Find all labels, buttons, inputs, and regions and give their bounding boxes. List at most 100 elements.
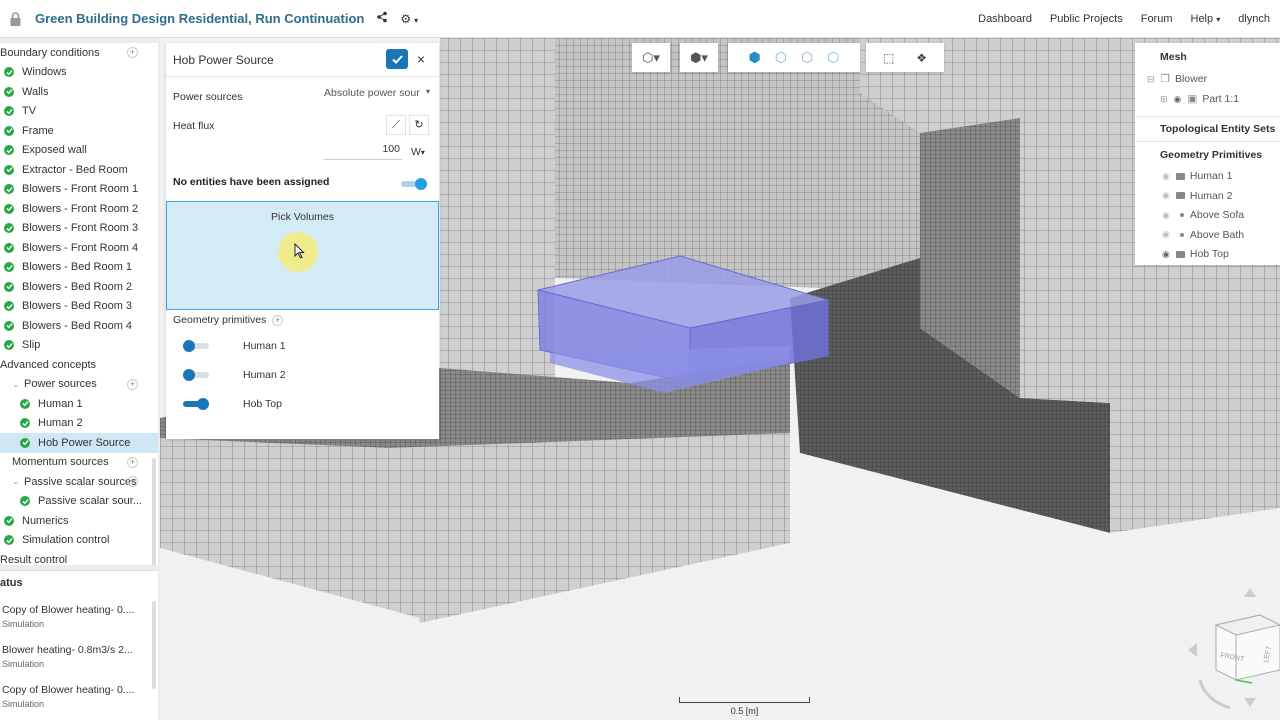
primitive-toggle[interactable] bbox=[183, 398, 209, 410]
power-sources-select[interactable]: Absolute power sour ▾ bbox=[324, 87, 430, 105]
box-select-icon[interactable]: ⬚ bbox=[883, 51, 894, 65]
tree-item[interactable]: TV bbox=[0, 102, 158, 122]
tree-item[interactable]: Blowers - Bed Room 2 bbox=[0, 277, 158, 297]
nav-public-projects[interactable]: Public Projects bbox=[1050, 13, 1123, 25]
chart-icon[interactable]: ⟋ bbox=[386, 115, 406, 135]
chevron-down-icon[interactable]: ⌄ bbox=[12, 476, 21, 487]
reset-icon[interactable]: ↻ bbox=[409, 115, 429, 135]
orientation-cube[interactable]: FRONT LEFT bbox=[1180, 585, 1280, 710]
job-status-panel: atus Copy of Blower heating- 0.... Simul… bbox=[0, 570, 158, 720]
tree-item[interactable]: Blowers - Front Room 4 bbox=[0, 238, 158, 258]
check-icon bbox=[20, 398, 30, 409]
eye-icon[interactable]: ◉ bbox=[1162, 210, 1170, 221]
rotate-left-arrow-icon[interactable] bbox=[1188, 643, 1197, 657]
tree-item[interactable]: Advanced concepts bbox=[0, 355, 158, 375]
job-item[interactable]: Copy of Blower heating- 0.... Simulation bbox=[2, 684, 135, 709]
pick-volumes-area[interactable]: Pick Volumes bbox=[166, 201, 439, 310]
tree-item[interactable]: Simulation control bbox=[0, 531, 158, 551]
geometry-primitive-item[interactable]: ◉ Human 1 bbox=[1162, 170, 1232, 182]
job-item[interactable]: Copy of Blower heating- 0.... Simulation bbox=[2, 604, 135, 629]
mesh-item-blower[interactable]: ⊟ ❐ Blower bbox=[1147, 73, 1207, 85]
gear-icon[interactable]: ⚙ ▾ bbox=[400, 12, 418, 26]
tree-item[interactable]: Boundary conditions + bbox=[0, 43, 158, 63]
tree-item-label: Power sources bbox=[24, 378, 97, 391]
top-view-icon[interactable]: ⬡ bbox=[827, 49, 839, 66]
tree-item[interactable]: Hob Power Source bbox=[0, 433, 158, 453]
tree-item[interactable]: Windows bbox=[0, 63, 158, 83]
eye-icon[interactable]: ◉ bbox=[1162, 190, 1170, 201]
save-button[interactable] bbox=[386, 49, 408, 69]
add-primitive-button[interactable]: + bbox=[272, 315, 283, 326]
iso-view-icon[interactable]: ⬢ bbox=[749, 49, 761, 66]
job-item[interactable]: Blower heating- 0.8m3/s 2... Simulation bbox=[2, 644, 133, 669]
share-icon[interactable] bbox=[376, 11, 388, 26]
tree-item[interactable]: ⌄ Passive scalar sources + bbox=[0, 472, 158, 492]
tree-item[interactable]: Walls bbox=[0, 82, 158, 102]
add-icon[interactable]: + bbox=[127, 378, 138, 390]
geometry-primitive-item[interactable]: ◉ Above Bath bbox=[1162, 229, 1244, 241]
check-icon bbox=[20, 496, 30, 507]
geometry-primitive-item[interactable]: ◉ Above Sofa bbox=[1162, 209, 1244, 221]
tree-item[interactable]: Human 1 bbox=[0, 394, 158, 414]
primitive-label: Hob Top bbox=[243, 398, 282, 410]
tree-item[interactable]: Frame bbox=[0, 121, 158, 141]
rotate-up-arrow-icon[interactable] bbox=[1244, 588, 1256, 597]
view-toolbar-select: ⬚ ❖ bbox=[866, 43, 944, 72]
divider bbox=[166, 76, 439, 77]
tree-item-label: Simulation control bbox=[22, 534, 110, 547]
tree-item[interactable]: ⌄ Power sources + bbox=[0, 375, 158, 395]
tree-item[interactable]: Blowers - Bed Room 3 bbox=[0, 297, 158, 317]
chevron-down-icon[interactable]: ⌄ bbox=[12, 379, 21, 390]
side-view-icon[interactable]: ⬡ bbox=[801, 49, 813, 66]
eye-icon[interactable]: ◉ bbox=[1174, 94, 1182, 105]
heat-flux-unit-select[interactable]: W▾ bbox=[411, 146, 425, 158]
nav-forum[interactable]: Forum bbox=[1141, 13, 1173, 25]
tree-item[interactable]: Exposed wall bbox=[0, 141, 158, 161]
tree-item[interactable]: Numerics bbox=[0, 511, 158, 531]
geometry-primitive-item[interactable]: ◉ Hob Top bbox=[1162, 248, 1229, 260]
front-view-icon[interactable]: ⬡ bbox=[775, 49, 787, 66]
view-toolbar-left: ⬡▾ bbox=[632, 43, 670, 72]
primitive-toggle[interactable] bbox=[183, 340, 209, 352]
tree-item[interactable]: Blowers - Bed Room 4 bbox=[0, 316, 158, 336]
select-mode-icon[interactable]: ❖ bbox=[916, 51, 927, 65]
tree-item-label: Numerics bbox=[22, 514, 69, 527]
tree-item-label: Human 2 bbox=[38, 417, 83, 430]
tree-item[interactable]: Momentum sources + bbox=[0, 453, 158, 473]
render-mode-icon[interactable]: ⬢▾ bbox=[690, 50, 708, 66]
tree-scrollbar[interactable] bbox=[152, 458, 156, 565]
job-type: Simulation bbox=[2, 699, 45, 709]
eye-icon[interactable]: ◉ bbox=[1162, 229, 1170, 240]
heat-flux-input[interactable]: 100 bbox=[324, 143, 402, 160]
tree-item[interactable]: Blowers - Front Room 1 bbox=[0, 180, 158, 200]
tree-item[interactable]: Slip bbox=[0, 336, 158, 356]
add-icon[interactable]: + bbox=[127, 456, 138, 468]
tree-item[interactable]: Blowers - Front Room 3 bbox=[0, 219, 158, 239]
tree-item[interactable]: Result control bbox=[0, 550, 158, 565]
status-scrollbar[interactable] bbox=[152, 601, 156, 689]
tree-item-label: Hob Power Source bbox=[38, 436, 131, 449]
nav-help[interactable]: Help ▾ bbox=[1191, 13, 1221, 25]
divider bbox=[1135, 116, 1280, 117]
eye-icon[interactable]: ◉ bbox=[1162, 249, 1170, 260]
view-mode-icon[interactable]: ⬡▾ bbox=[642, 50, 660, 66]
rotate-down-arrow-icon[interactable] bbox=[1244, 698, 1256, 707]
rotate-arrow-icon[interactable] bbox=[1198, 679, 1231, 710]
tree-item[interactable]: Passive scalar sour... bbox=[0, 492, 158, 512]
nav-user[interactable]: dlynch bbox=[1238, 13, 1270, 25]
check-icon bbox=[4, 320, 14, 331]
divider bbox=[1135, 141, 1280, 142]
check-icon bbox=[20, 437, 30, 448]
tree-item[interactable]: Blowers - Bed Room 1 bbox=[0, 258, 158, 278]
eye-icon[interactable]: ◉ bbox=[1162, 171, 1170, 182]
tree-item[interactable]: Human 2 bbox=[0, 414, 158, 434]
mesh-item-part[interactable]: ⊞ ◉ ▣ Part 1:1 bbox=[1160, 93, 1239, 105]
add-icon[interactable]: + bbox=[127, 47, 138, 59]
close-button[interactable]: × bbox=[414, 50, 428, 68]
tree-item[interactable]: Extractor - Bed Room bbox=[0, 160, 158, 180]
nav-dashboard[interactable]: Dashboard bbox=[978, 13, 1032, 25]
geometry-primitive-item[interactable]: ◉ Human 2 bbox=[1162, 190, 1232, 202]
assignment-toggle[interactable] bbox=[401, 178, 427, 190]
tree-item[interactable]: Blowers - Front Room 2 bbox=[0, 199, 158, 219]
primitive-toggle[interactable] bbox=[183, 369, 209, 381]
